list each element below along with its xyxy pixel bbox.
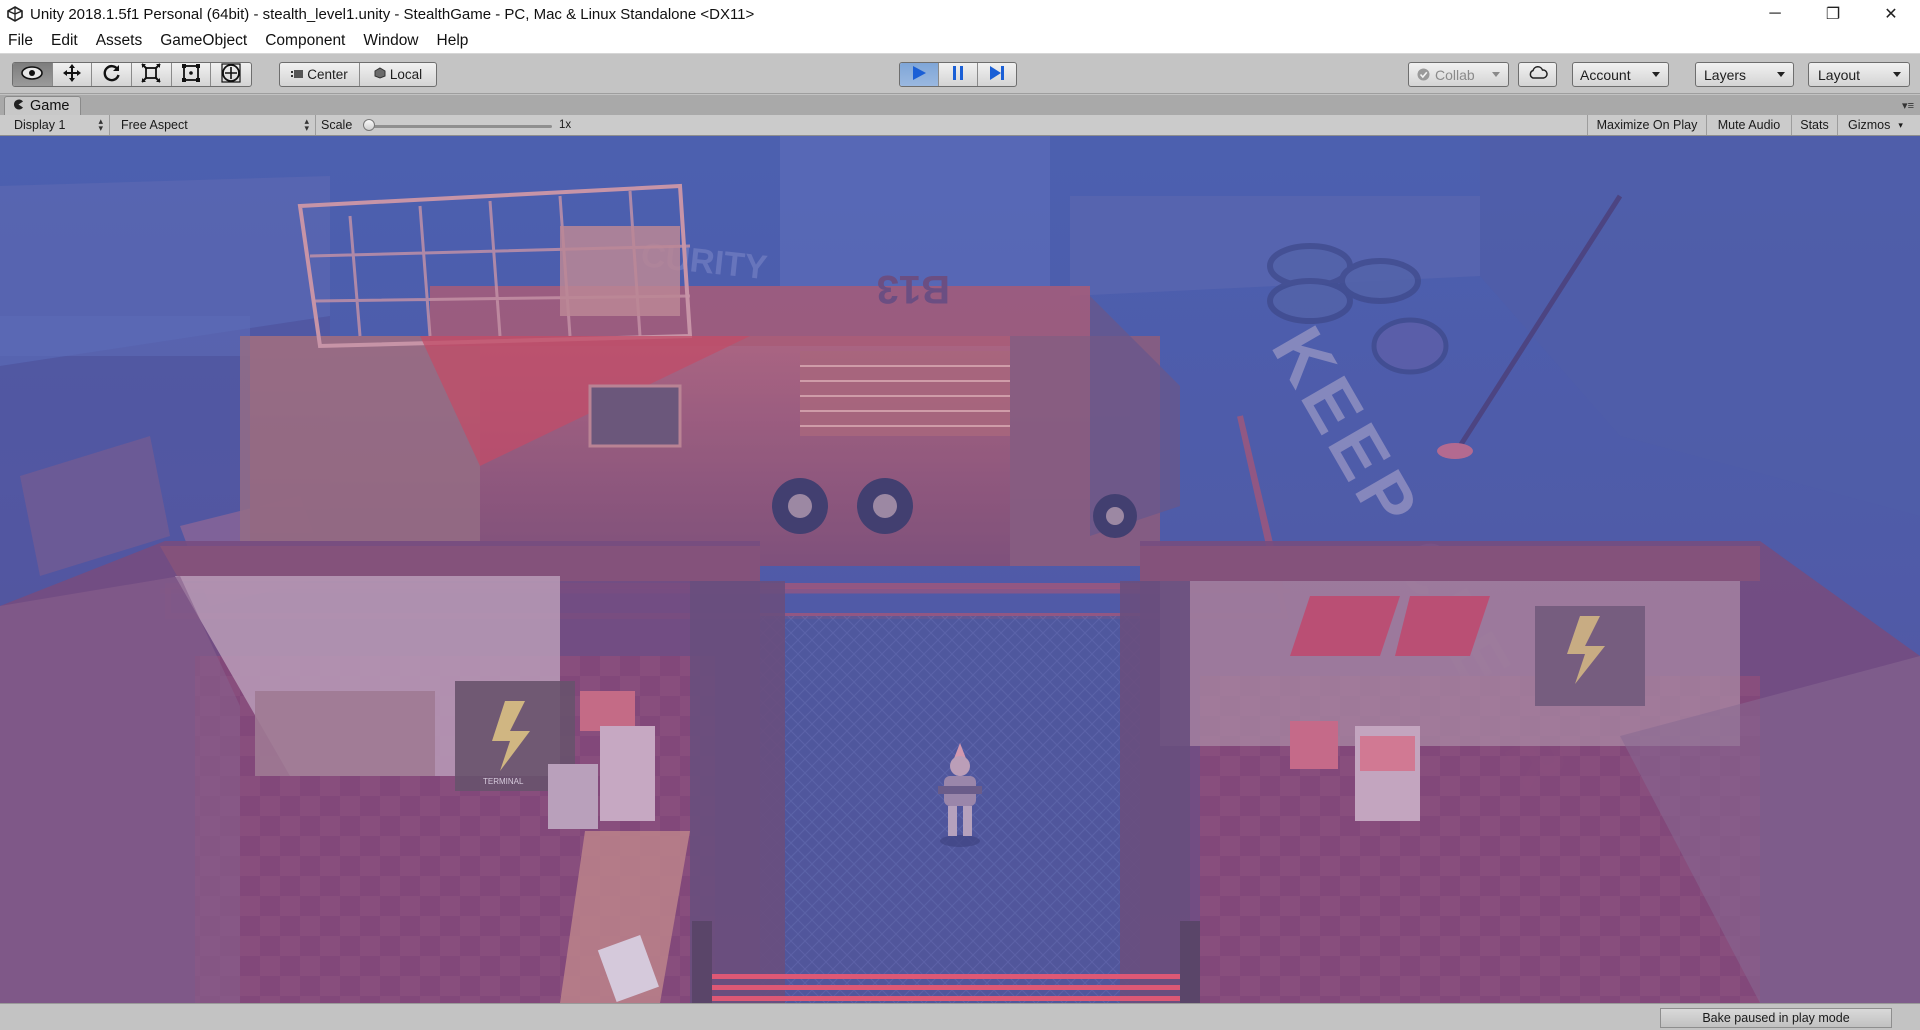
collab-check-icon (1417, 68, 1430, 81)
minimize-button[interactable]: ─ (1746, 0, 1804, 28)
transform-tool-icon (220, 63, 242, 86)
main-toolbar: Center Local Collab Account Layers Layou… (0, 54, 1920, 94)
menu-window[interactable]: Window (354, 28, 427, 54)
close-button[interactable]: ✕ (1862, 0, 1920, 28)
rotate-tool-icon (102, 63, 122, 86)
scale-value: 1x (559, 119, 572, 131)
display-label: Display 1 (14, 118, 66, 132)
scale-label: Scale (321, 118, 353, 132)
layout-dropdown[interactable]: Layout (1808, 62, 1910, 87)
menu-file[interactable]: File (0, 28, 42, 54)
stats-toggle[interactable]: Stats (1791, 115, 1837, 135)
pivot-toggles: Center Local (279, 62, 437, 87)
pivot-center-label: Center (307, 67, 348, 82)
collab-caret-icon (1492, 72, 1500, 77)
pivot-local-label: Local (389, 67, 423, 82)
transform-tool-button[interactable] (211, 63, 251, 86)
gizmos-label: Gizmos (1848, 118, 1891, 132)
hand-tool-button[interactable] (13, 63, 53, 86)
menu-help[interactable]: Help (428, 28, 478, 54)
cloud-button[interactable] (1518, 62, 1557, 87)
status-bar: Bake paused in play mode (0, 1003, 1920, 1030)
hand-tool-icon (21, 66, 44, 83)
menu-assets[interactable]: Assets (87, 28, 152, 54)
tab-game[interactable]: Game (4, 96, 81, 115)
account-caret-icon (1652, 72, 1660, 77)
layers-dropdown[interactable]: Layers (1695, 62, 1794, 87)
mute-audio-toggle[interactable]: Mute Audio (1706, 115, 1791, 135)
aspect-select[interactable]: Free Aspect ▴ ▾ (113, 115, 316, 135)
play-icon (911, 65, 927, 84)
menu-edit[interactable]: Edit (42, 28, 87, 54)
account-label: Account (1580, 66, 1631, 83)
pivot-center-icon (291, 67, 304, 82)
game-view-controls: Display 1 ▴ ▾ Free Aspect ▴ ▾ Scale 1x Max… (0, 115, 1920, 136)
rotate-tool-button[interactable] (92, 63, 133, 86)
menu-bar: File Edit Assets GameObject Component Wi… (0, 28, 1920, 54)
play-controls (899, 62, 1017, 87)
rect-tool-button[interactable] (172, 63, 212, 86)
game-tab-bar: Game ▾≡ (0, 95, 1920, 115)
game-pacman-icon (13, 98, 24, 114)
title-bar: Unity 2018.1.5f1 Personal (64bit) - stea… (0, 0, 1920, 28)
tab-options-icon[interactable]: ▾≡ (1902, 99, 1914, 112)
move-tool-icon (62, 63, 82, 86)
unity-logo-icon (6, 5, 24, 23)
game-scene: KEEP CLEAR CURITY B13 (0, 136, 1920, 1003)
local-space-icon (374, 67, 386, 82)
gizmos-dropdown[interactable]: Gizmos ▾ (1837, 115, 1920, 135)
pivot-center-button[interactable]: Center (280, 63, 360, 86)
layers-caret-icon (1777, 72, 1785, 77)
pause-button[interactable] (939, 63, 978, 86)
transform-tools (12, 62, 252, 87)
scale-slider-track[interactable] (367, 125, 552, 128)
scale-tool-button[interactable] (132, 63, 172, 86)
pivot-local-button[interactable]: Local (360, 63, 436, 86)
aspect-label: Free Aspect (121, 118, 188, 132)
layout-label: Layout (1818, 66, 1861, 83)
step-icon (988, 65, 1006, 84)
scale-tool-icon (141, 63, 162, 86)
move-tool-button[interactable] (53, 63, 93, 86)
aspect-updown-icon: ▴ ▾ (304, 116, 309, 133)
cloud-icon (1528, 66, 1548, 83)
menu-gameobject[interactable]: GameObject (151, 28, 256, 54)
pause-icon (951, 65, 965, 84)
step-button[interactable] (978, 63, 1016, 86)
game-viewport[interactable]: KEEP CLEAR CURITY B13 (0, 136, 1920, 1003)
menu-component[interactable]: Component (256, 28, 354, 54)
scale-slider-thumb[interactable] (363, 119, 375, 131)
window-title: Unity 2018.1.5f1 Personal (64bit) - stea… (30, 5, 755, 23)
rect-tool-icon (181, 63, 201, 86)
layers-label: Layers (1704, 66, 1747, 83)
bake-status: Bake paused in play mode (1660, 1008, 1892, 1028)
tab-game-label: Game (30, 98, 70, 114)
layout-caret-icon (1893, 72, 1901, 77)
gizmos-caret-icon: ▾ (1898, 119, 1903, 130)
play-button[interactable] (900, 63, 939, 86)
collab-label: Collab (1435, 66, 1475, 83)
collab-dropdown[interactable]: Collab (1408, 62, 1509, 87)
maximize-button[interactable]: ❐ (1804, 0, 1862, 28)
account-dropdown[interactable]: Account (1572, 62, 1669, 87)
display-updown-icon: ▴ ▾ (98, 116, 103, 133)
display-select[interactable]: Display 1 ▴ ▾ (0, 115, 110, 135)
maximize-on-play-toggle[interactable]: Maximize On Play (1587, 115, 1706, 135)
